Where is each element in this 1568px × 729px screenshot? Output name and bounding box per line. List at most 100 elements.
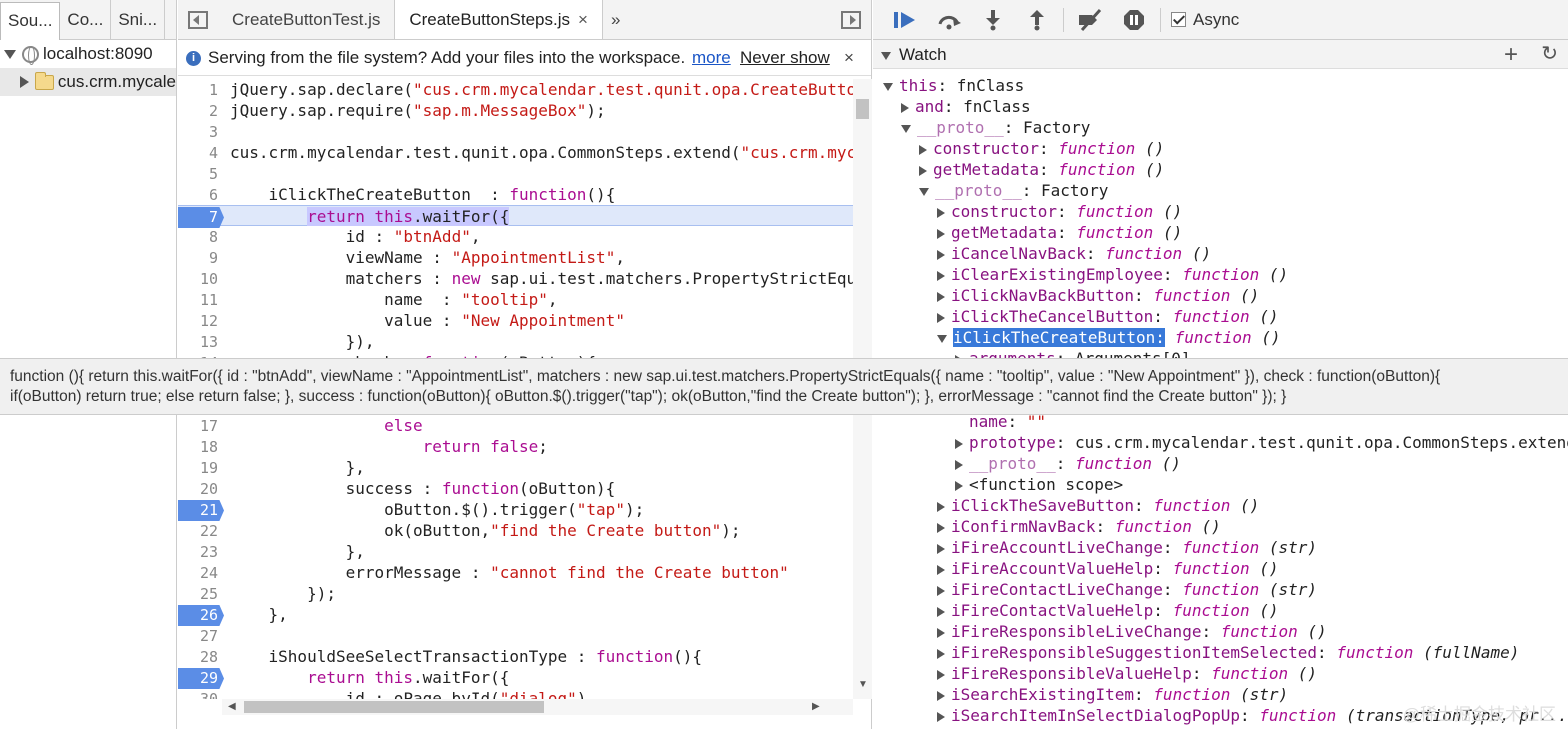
more-tabs-button[interactable]: »	[603, 0, 628, 39]
code-line[interactable]: 22 ok(oButton,"find the Create button");	[178, 520, 853, 541]
watch-property[interactable]: constructor: function ()	[873, 201, 1182, 222]
line-number[interactable]: 24	[178, 563, 224, 584]
horizontal-scrollbar[interactable]: ◀ ▶	[222, 699, 853, 715]
scrollbar-thumb[interactable]	[244, 701, 544, 713]
scroll-down-icon[interactable]: ▼	[858, 679, 868, 690]
watch-property[interactable]: this: fnClass	[873, 75, 1024, 96]
breakpoint-marker[interactable]: 21	[178, 500, 224, 521]
collapsed-triangle-icon[interactable]	[937, 606, 945, 617]
line-number[interactable]: 8	[178, 227, 224, 248]
code-line[interactable]: 30 id : oPage.byId("dialog"),	[178, 688, 853, 699]
resume-button[interactable]	[883, 0, 927, 40]
code-line[interactable]: 18 return false;	[178, 436, 853, 457]
collapsed-triangle-icon[interactable]	[955, 480, 963, 491]
code-line[interactable]: 13 }),	[178, 331, 853, 352]
collapsed-triangle-icon[interactable]	[937, 627, 945, 638]
code-line[interactable]: 20 success : function(oButton){	[178, 478, 853, 499]
expanded-triangle-icon[interactable]	[883, 82, 893, 91]
collapsed-triangle-icon[interactable]	[955, 459, 963, 470]
add-watch-button[interactable]: +	[1504, 40, 1518, 69]
line-number[interactable]: 1	[178, 80, 224, 101]
collapsed-triangle-icon[interactable]	[955, 438, 963, 449]
line-number[interactable]: 2	[178, 101, 224, 122]
collapsed-triangle-icon[interactable]	[919, 165, 927, 176]
code-line[interactable]: 11 name : "tooltip",	[178, 289, 853, 310]
tab-snippets[interactable]: Sni...	[111, 0, 166, 40]
line-number[interactable]: 17	[178, 416, 224, 437]
code-line[interactable]: 27	[178, 625, 853, 646]
watch-property[interactable]: iFireResponsibleValueHelp: function ()	[873, 663, 1317, 684]
line-number[interactable]: 9	[178, 248, 224, 269]
step-over-button[interactable]	[927, 0, 971, 40]
expanded-triangle-icon[interactable]	[4, 49, 16, 59]
collapsed-triangle-icon[interactable]	[937, 564, 945, 575]
code-line[interactable]: 17 else	[178, 415, 853, 436]
tab-createbuttonsteps[interactable]: CreateButtonSteps.js ×	[394, 0, 603, 39]
code-line[interactable]: 26 },	[178, 604, 853, 626]
watch-property[interactable]: getMetadata: function ()	[873, 159, 1164, 180]
watch-property[interactable]: iClickTheCancelButton: function ()	[873, 306, 1279, 327]
collapsed-triangle-icon[interactable]	[937, 711, 945, 722]
line-number[interactable]: 25	[178, 584, 224, 605]
watch-property[interactable]: getMetadata: function ()	[873, 222, 1182, 243]
line-number[interactable]: 20	[178, 479, 224, 500]
line-number[interactable]: 28	[178, 647, 224, 668]
scroll-left-icon[interactable]: ◀	[228, 701, 236, 712]
code-line[interactable]: 10 matchers : new sap.ui.test.matchers.P…	[178, 268, 853, 289]
watch-property[interactable]: iFireContactValueHelp: function ()	[873, 600, 1279, 621]
watch-property[interactable]: iFireAccountValueHelp: function ()	[873, 558, 1279, 579]
tab-sources[interactable]: Sou...	[0, 2, 61, 40]
line-number[interactable]: 5	[178, 164, 224, 185]
code-line[interactable]: 4 cus.crm.mycalendar.test.qunit.opa.Commo…	[178, 142, 853, 163]
collapsed-triangle-icon[interactable]	[937, 501, 945, 512]
watch-section-header[interactable]: Watch + ↻	[873, 40, 1568, 69]
tree-item-localhost[interactable]: localhost:8090	[0, 40, 176, 68]
collapsed-triangle-icon[interactable]	[937, 669, 945, 680]
watch-property[interactable]: <function scope>	[873, 474, 1123, 495]
expanded-triangle-icon[interactable]	[919, 187, 929, 196]
collapsed-triangle-icon[interactable]	[937, 690, 945, 701]
watch-property[interactable]: iFireAccountLiveChange: function (str)	[873, 537, 1317, 558]
watch-property[interactable]: iConfirmNavBack: function ()	[873, 516, 1221, 537]
code-line[interactable]: 8 id : "btnAdd",	[178, 226, 853, 247]
collapsed-triangle-icon[interactable]	[937, 207, 945, 218]
line-number[interactable]: 13	[178, 332, 224, 353]
watch-property[interactable]: __proto__: Factory	[873, 180, 1108, 201]
code-line[interactable]: 1 jQuery.sap.declare("cus.crm.mycalendar.…	[178, 79, 853, 100]
line-number[interactable]: 6	[178, 185, 224, 206]
collapse-triangle-icon[interactable]	[881, 51, 891, 60]
code-line[interactable]: 7 return this.waitFor({	[178, 205, 853, 228]
async-checkbox[interactable]	[1171, 12, 1186, 27]
step-into-button[interactable]	[971, 0, 1015, 40]
watch-property[interactable]: iSearchExistingItem: function (str)	[873, 684, 1288, 705]
code-line[interactable]: 9 viewName : "AppointmentList",	[178, 247, 853, 268]
line-number[interactable]: 19	[178, 458, 224, 479]
expanded-triangle-icon[interactable]	[901, 124, 911, 133]
watch-property[interactable]: prototype: cus.crm.mycalendar.test.qunit…	[873, 432, 1568, 453]
watch-property[interactable]: iClickTheCreateButton: function ()	[873, 327, 1281, 348]
line-number[interactable]: 4	[178, 143, 224, 164]
code-line[interactable]: 28 iShouldSeeSelectTransactionType : fun…	[178, 646, 853, 667]
line-number[interactable]: 18	[178, 437, 224, 458]
watch-property[interactable]: iClickNavBackButton: function ()	[873, 285, 1259, 306]
collapsed-triangle-icon[interactable]	[919, 144, 927, 155]
watch-property[interactable]: __proto__: function ()	[873, 453, 1181, 474]
line-number[interactable]: 3	[178, 122, 224, 143]
code-line[interactable]: 3	[178, 121, 853, 142]
line-number[interactable]: 30	[178, 689, 224, 699]
line-number[interactable]: 12	[178, 311, 224, 332]
close-tab-icon[interactable]: ×	[578, 10, 588, 29]
breakpoint-marker[interactable]: 26	[178, 605, 224, 626]
collapsed-triangle-icon[interactable]	[937, 543, 945, 554]
line-number[interactable]: 11	[178, 290, 224, 311]
refresh-watch-icon[interactable]: ↻	[1541, 40, 1558, 69]
watch-property[interactable]: iClickTheSaveButton: function ()	[873, 495, 1259, 516]
line-number[interactable]: 22	[178, 521, 224, 542]
close-infobar-icon[interactable]: ×	[844, 40, 854, 75]
code-line[interactable]: 2 jQuery.sap.require("sap.m.MessageBox");	[178, 100, 853, 121]
collapsed-triangle-icon[interactable]	[937, 228, 945, 239]
more-link[interactable]: more	[692, 40, 731, 75]
code-line[interactable]: 6 iClickTheCreateButton : function(){	[178, 184, 853, 205]
pause-on-exceptions-button[interactable]	[1112, 0, 1156, 40]
watch-property[interactable]: iFireResponsibleSuggestionItemSelected: …	[873, 642, 1519, 663]
